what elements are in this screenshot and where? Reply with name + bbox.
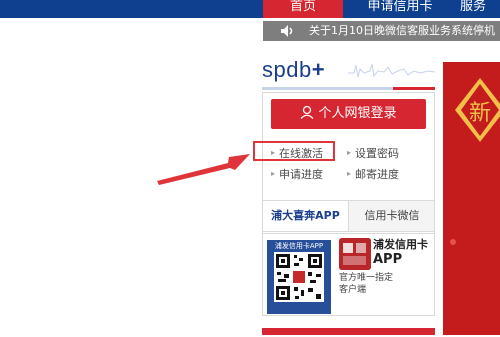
logo-plus: +	[311, 57, 326, 82]
app-name-suffix: APP	[373, 252, 403, 267]
mail-progress-link[interactable]: ▸ 邮寄进度	[347, 166, 399, 182]
apply-progress-link[interactable]: ▸ 申请进度	[271, 166, 323, 182]
qr-code[interactable]	[274, 252, 324, 302]
notice-bar: 关于1月10日晚微信客服业务系统停机	[263, 21, 500, 41]
spdb-logo: spdb+	[262, 57, 435, 90]
notice-text[interactable]: 关于1月10日晚微信客服业务系统停机	[309, 21, 495, 41]
nav-home[interactable]: 首页	[263, 0, 343, 18]
bottom-banner-strip	[262, 328, 435, 335]
logo-text: spdb	[262, 57, 312, 82]
qr-card: 浦发信用卡APP	[267, 240, 331, 314]
login-panel: spdb+ 个人网银登录 ▸ 在线激活 ▸ 设置密码 ▸ 申请进度 ▸ 邮寄进度 浦大喜…	[262, 52, 435, 337]
logo-wave	[348, 63, 435, 78]
app-tabs: 浦大喜奔APP 信用卡微信	[262, 200, 435, 232]
promo-banner[interactable]: 新	[443, 62, 500, 335]
speaker-icon	[281, 25, 293, 37]
set-password-link[interactable]: ▸ 设置密码	[347, 145, 399, 161]
app-name: 浦发信用卡	[373, 238, 428, 251]
personal-login-button[interactable]: 个人网银登录	[271, 99, 426, 129]
user-icon	[301, 105, 314, 119]
highlight-box	[253, 141, 335, 161]
app-description: 官方唯一指定客户端	[339, 273, 394, 295]
nav-service[interactable]: 服务	[460, 0, 500, 18]
tab-wechat[interactable]: 信用卡微信	[349, 201, 435, 231]
login-button-label: 个人网银登录	[318, 106, 397, 121]
nav-apply-card[interactable]: 申请信用卡	[345, 0, 455, 18]
banner-char: 新	[469, 101, 492, 126]
qr-card-title: 浦发信用卡APP	[274, 242, 324, 250]
tab-spdb-app[interactable]: 浦大喜奔APP	[263, 201, 349, 231]
top-nav: 首页 申请信用卡 服务	[0, 0, 500, 18]
app-icon	[339, 238, 371, 270]
app-download-area: 浦发信用卡APP 浦发信用卡 APP 官方唯一指定客户端	[262, 232, 435, 316]
